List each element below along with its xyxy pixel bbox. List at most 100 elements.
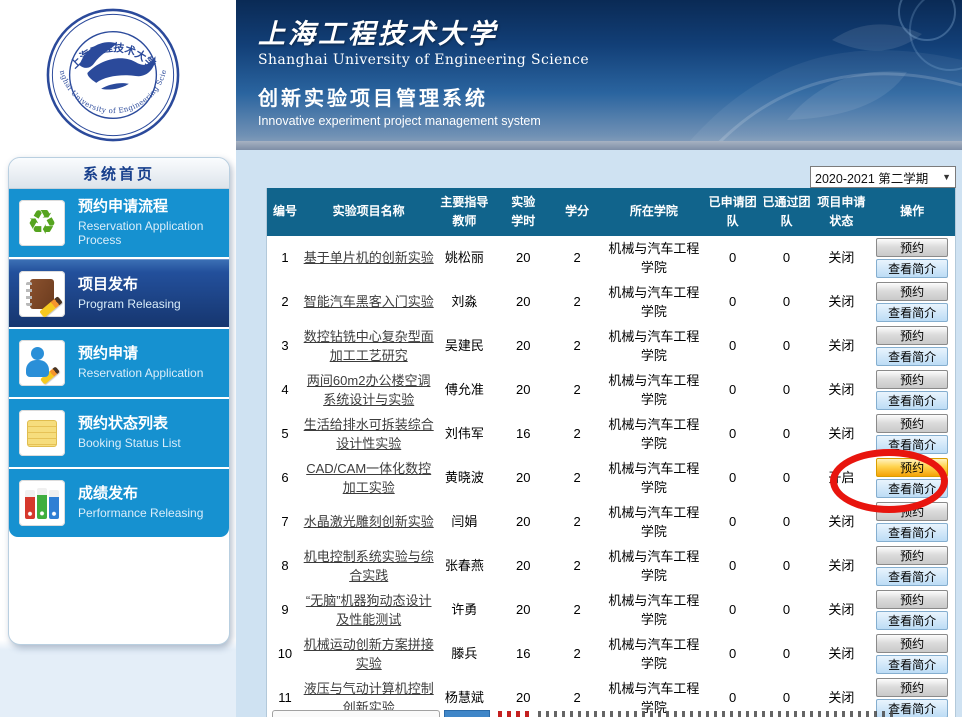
row-number: 6 [267, 456, 303, 500]
project-name-cell: 两间60m2办公楼空调系统设计与实验 [303, 368, 435, 412]
project-name-cell: “无脑”机器狗动态设计及性能测试 [303, 588, 435, 632]
application-status: 关闭 [813, 544, 869, 588]
sidebar-item-program-releasing[interactable]: 项目发布 Program Releasing [9, 259, 229, 327]
clipped-red-text-tops [498, 711, 532, 717]
row-number: 3 [267, 324, 303, 368]
column-header-2: 主要指导教师 [434, 188, 494, 236]
notes-icon [19, 410, 65, 456]
row-number: 4 [267, 368, 303, 412]
row-number: 10 [267, 632, 303, 676]
clipped-dark-text-tops [538, 711, 894, 717]
reserve-button[interactable]: 预约 [876, 238, 948, 257]
semester-select[interactable]: 2020-2021 第二学期 ▼ [810, 166, 956, 188]
binders-icon [19, 480, 65, 526]
row-number: 5 [267, 412, 303, 456]
reserve-button[interactable]: 预约 [876, 326, 948, 345]
passed-teams-count: 0 [760, 412, 814, 456]
college-name: 机械与汽车工程学院 [602, 456, 706, 500]
view-intro-button[interactable]: 查看简介 [876, 259, 948, 278]
reserve-button[interactable]: 预约 [876, 458, 948, 477]
view-intro-button[interactable]: 查看简介 [876, 611, 948, 630]
view-intro-button[interactable]: 查看简介 [876, 391, 948, 410]
sidebar-item-title: 预约状态列表 [78, 415, 181, 434]
experiment-hours: 16 [494, 632, 552, 676]
table-body: 1基于单片机的创新实验姚松丽202机械与汽车工程学院00关闭预约查看简介2智能汽… [267, 236, 955, 717]
table-row: 1基于单片机的创新实验姚松丽202机械与汽车工程学院00关闭预约查看简介 [267, 236, 955, 280]
project-name-link[interactable]: 生活给排水可拆装综合设计性实验 [303, 415, 435, 454]
banner-swirl-decoration [532, 0, 962, 150]
table-row: 4两间60m2办公楼空调系统设计与实验傅允准202机械与汽车工程学院00关闭预约… [267, 368, 955, 412]
project-name-cell: 基于单片机的创新实验 [303, 236, 435, 280]
sidebar-item-reservation-application[interactable]: 预约申请 Reservation Application [9, 329, 229, 397]
passed-teams-count: 0 [760, 632, 814, 676]
sidebar-item-reservation-process[interactable]: ♻ 预约申请流程 Reservation Application Process [9, 189, 229, 257]
project-name-link[interactable]: 机械运动创新方案拼接实验 [303, 635, 435, 674]
sidebar-home-header[interactable]: 系统首页 [9, 158, 229, 189]
applied-teams-count: 0 [706, 236, 760, 280]
applied-teams-count: 0 [706, 412, 760, 456]
view-intro-button[interactable]: 查看简介 [876, 655, 948, 674]
table-row: 5生活给排水可拆装综合设计性实验刘伟军162机械与汽车工程学院00关闭预约查看简… [267, 412, 955, 456]
credits: 2 [552, 500, 602, 544]
applied-teams-count: 0 [706, 324, 760, 368]
college-name: 机械与汽车工程学院 [602, 236, 706, 280]
column-header-0: 编号 [267, 188, 303, 236]
project-name-link[interactable]: 两间60m2办公楼空调系统设计与实验 [303, 371, 435, 410]
passed-teams-count: 0 [760, 324, 814, 368]
operations-cell: 预约查看简介 [869, 412, 955, 456]
reserve-button[interactable]: 预约 [876, 282, 948, 301]
college-name: 机械与汽车工程学院 [602, 412, 706, 456]
project-name-link[interactable]: 机电控制系统实验与综合实践 [303, 547, 435, 586]
view-intro-button[interactable]: 查看简介 [876, 523, 948, 542]
reserve-button[interactable]: 预约 [876, 590, 948, 609]
reserve-button[interactable]: 预约 [876, 546, 948, 565]
passed-teams-count: 0 [760, 500, 814, 544]
application-status: 关闭 [813, 588, 869, 632]
reserve-button[interactable]: 预约 [876, 370, 948, 389]
reserve-button[interactable]: 预约 [876, 414, 948, 433]
clipped-bottom-row [236, 710, 962, 717]
experiment-hours: 20 [494, 588, 552, 632]
sidebar-item-booking-status[interactable]: 预约状态列表 Booking Status List [9, 399, 229, 467]
application-status: 关闭 [813, 412, 869, 456]
view-intro-button[interactable]: 查看简介 [876, 567, 948, 586]
teacher-name: 黄晓波 [435, 456, 495, 500]
banner-system-title-zh: 创新实验项目管理系统 [258, 82, 589, 111]
project-name-cell: 机械运动创新方案拼接实验 [303, 632, 435, 676]
view-intro-button[interactable]: 查看简介 [876, 435, 948, 454]
column-header-5: 所在学院 [602, 188, 706, 236]
reserve-button[interactable]: 预约 [876, 502, 948, 521]
sidebar-panel: 系统首页 ♻ 预约申请流程 Reservation Application Pr… [8, 157, 230, 645]
applied-teams-count: 0 [706, 544, 760, 588]
project-name-link[interactable]: 数控钻铣中心复杂型面加工工艺研究 [303, 327, 435, 366]
project-name-link[interactable]: 智能汽车黑客入门实验 [304, 292, 434, 312]
view-intro-button[interactable]: 查看简介 [876, 479, 948, 498]
banner-bottom-strip [236, 141, 962, 150]
sidebar-item-performance-releasing[interactable]: 成绩发布 Performance Releasing [9, 469, 229, 537]
project-name-cell: CAD/CAM一体化数控加工实验 [303, 456, 435, 500]
operations-cell: 预约查看简介 [869, 500, 955, 544]
reserve-button[interactable]: 预约 [876, 634, 948, 653]
teacher-name: 姚松丽 [435, 236, 495, 280]
applied-teams-count: 0 [706, 588, 760, 632]
view-intro-button[interactable]: 查看简介 [876, 347, 948, 366]
reserve-button[interactable]: 预约 [876, 678, 948, 697]
teacher-name: 刘淼 [435, 280, 495, 324]
college-name: 机械与汽车工程学院 [602, 280, 706, 324]
person-pencil-icon [19, 340, 65, 386]
view-intro-button[interactable]: 查看简介 [876, 303, 948, 322]
project-name-link[interactable]: CAD/CAM一体化数控加工实验 [303, 459, 435, 498]
project-name-cell: 机电控制系统实验与综合实践 [303, 544, 435, 588]
table-row: 10机械运动创新方案拼接实验滕兵162机械与汽车工程学院00关闭预约查看简介 [267, 632, 955, 676]
experiment-hours: 20 [494, 280, 552, 324]
project-name-link[interactable]: 水晶激光雕刻创新实验 [304, 512, 434, 532]
project-name-link[interactable]: “无脑”机器狗动态设计及性能测试 [303, 591, 435, 630]
column-header-3: 实验学时 [494, 188, 552, 236]
table-row: 8机电控制系统实验与综合实践张春燕202机械与汽车工程学院00关闭预约查看简介 [267, 544, 955, 588]
sidebar-item-subtitle: Performance Releasing [78, 506, 203, 520]
project-name-link[interactable]: 基于单片机的创新实验 [304, 248, 434, 268]
sidebar-menu: ♻ 预约申请流程 Reservation Application Process… [9, 189, 229, 537]
application-status: 开启 [813, 456, 869, 500]
credits: 2 [552, 236, 602, 280]
passed-teams-count: 0 [760, 588, 814, 632]
